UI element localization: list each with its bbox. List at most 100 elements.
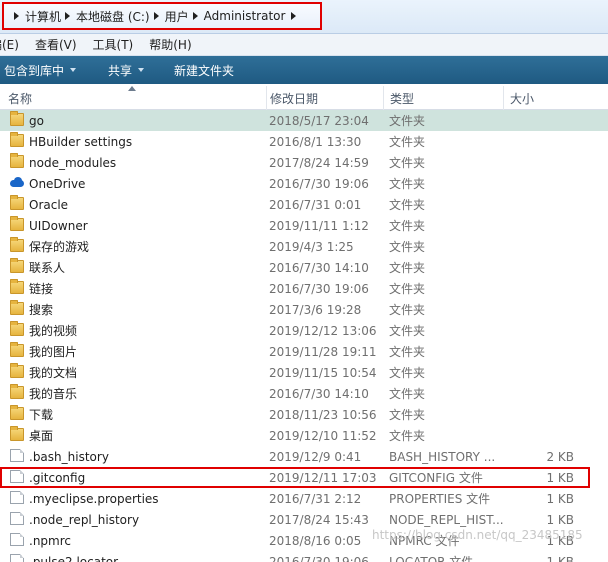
file-type: 文件夹 — [389, 198, 426, 212]
file-modified-date: 2017/3/6 19:28 — [269, 302, 362, 317]
file-size — [540, 425, 574, 446]
folder-icon — [10, 426, 24, 441]
folder-icon — [10, 405, 24, 420]
file-size — [540, 278, 574, 299]
file-type: 文件夹 — [389, 135, 426, 149]
folder-icon — [10, 342, 24, 357]
file-type: 文件夹 — [389, 366, 426, 380]
file-name: .npmrc — [29, 533, 71, 548]
chevron-down-icon — [70, 68, 77, 72]
file-name: 桌面 — [29, 429, 54, 443]
file-size — [540, 236, 574, 257]
folder-icon — [10, 132, 24, 147]
file-size — [540, 404, 574, 425]
breadcrumb-item-computer[interactable]: 计算机 — [10, 8, 61, 25]
file-name: .gitconfig — [29, 470, 86, 485]
column-size[interactable]: 大小 — [503, 86, 534, 110]
file-row[interactable]: 我的文档 2019/11/15 10:54 文件夹 — [0, 362, 608, 383]
breadcrumb[interactable]: 计算机 本地磁盘 (C:) 用户 Administrator — [2, 2, 322, 30]
file-modified-date: 2019/11/15 10:54 — [269, 365, 377, 380]
file-modified-date: 2019/12/10 11:52 — [269, 428, 377, 443]
file-type: NODE_REPL_HIST... — [389, 512, 504, 527]
file-name: .myeclipse.properties — [29, 491, 159, 506]
file-name: .node_repl_history — [29, 512, 140, 527]
file-list: go 2018/5/17 23:04 文件夹 HBuilder settings 201… — [0, 110, 608, 562]
watermark: https://blog.csdn.net/qq_23485185 — [372, 528, 583, 542]
file-size — [540, 110, 574, 131]
menu-bar: 编(E) 查看(V) 工具(T) 帮助(H) — [0, 34, 608, 56]
file-icon — [10, 533, 24, 546]
file-size — [540, 152, 574, 173]
file-row[interactable]: 联系人 2016/7/30 14:10 文件夹 — [0, 257, 608, 278]
file-row[interactable]: 我的图片 2019/11/28 19:11 文件夹 — [0, 341, 608, 362]
file-size — [540, 362, 574, 383]
file-name: 我的视频 — [29, 324, 78, 338]
file-name: UIDowner — [29, 218, 88, 233]
address-bar-area: 计算机 本地磁盘 (C:) 用户 Administrator — [0, 0, 608, 34]
file-row[interactable]: 桌面 2019/12/10 11:52 文件夹 — [0, 425, 608, 446]
folder-icon — [10, 363, 24, 378]
breadcrumb-item-local-disk[interactable]: 本地磁盘 (C:) — [61, 8, 150, 25]
menu-view[interactable]: 查看(V) — [35, 36, 85, 53]
file-row[interactable]: node_modules 2017/8/24 14:59 文件夹 — [0, 152, 608, 173]
file-size: 1 KB — [546, 470, 574, 485]
share-button[interactable]: 共享 — [108, 62, 156, 79]
chevron-right-icon[interactable] — [153, 12, 159, 20]
file-size — [540, 341, 574, 362]
file-row[interactable]: UIDowner 2019/11/11 1:12 文件夹 — [0, 215, 608, 236]
file-row[interactable]: OneDrive 2016/7/30 19:06 文件夹 — [0, 173, 608, 194]
file-row[interactable]: 链接 2016/7/30 19:06 文件夹 — [0, 278, 608, 299]
column-name[interactable]: 名称 — [8, 86, 32, 110]
new-folder-button[interactable]: 新建文件夹 — [174, 62, 246, 79]
chevron-right-icon[interactable] — [14, 12, 19, 20]
menu-help[interactable]: 帮助(H) — [149, 36, 199, 53]
folder-icon — [10, 384, 24, 399]
file-icon — [10, 512, 24, 525]
folder-icon — [10, 153, 24, 168]
chevron-right-icon[interactable] — [192, 12, 198, 20]
folder-icon — [10, 216, 24, 231]
menu-edit[interactable]: 编(E) — [0, 36, 27, 53]
file-size — [540, 320, 574, 341]
file-row[interactable]: HBuilder settings 2016/8/1 13:30 文件夹 — [0, 131, 608, 152]
file-modified-date: 2019/12/12 13:06 — [269, 323, 377, 338]
column-date[interactable]: 修改日期 — [266, 86, 318, 110]
file-name: 我的音乐 — [29, 387, 78, 401]
file-row[interactable]: 我的视频 2019/12/12 13:06 文件夹 — [0, 320, 608, 341]
chevron-right-icon[interactable] — [291, 12, 297, 20]
command-bar: 包含到库中 共享 新建文件夹 — [0, 56, 608, 84]
file-row[interactable]: .myeclipse.properties 2016/7/31 2:12 PROPE… — [0, 488, 608, 509]
menu-tools[interactable]: 工具(T) — [93, 36, 142, 53]
file-row[interactable]: 保存的游戏 2019/4/3 1:25 文件夹 — [0, 236, 608, 257]
folder-icon — [10, 300, 24, 315]
file-name: .bash_history — [29, 449, 109, 464]
file-row[interactable]: 我的音乐 2016/7/30 14:10 文件夹 — [0, 383, 608, 404]
include-in-library-button[interactable]: 包含到库中 — [0, 62, 88, 79]
file-row[interactable]: 下载 2018/11/23 10:56 文件夹 — [0, 404, 608, 425]
file-type: 文件夹 — [389, 408, 426, 422]
file-modified-date: 2019/11/28 19:11 — [269, 344, 377, 359]
file-row[interactable]: go 2018/5/17 23:04 文件夹 — [0, 110, 608, 131]
file-row[interactable]: Oracle 2016/7/31 0:01 文件夹 — [0, 194, 608, 215]
file-type: 文件夹 — [389, 114, 426, 128]
folder-icon — [10, 258, 24, 273]
file-type: PROPERTIES 文件 — [389, 492, 491, 506]
file-modified-date: 2019/12/9 0:41 — [269, 449, 362, 464]
file-row[interactable]: .node_repl_history 2017/8/24 15:43 NODE_RE… — [0, 509, 608, 530]
file-row[interactable]: .bash_history 2019/12/9 0:41 BASH_HISTORY … — [0, 446, 608, 467]
chevron-right-icon[interactable] — [65, 12, 71, 20]
breadcrumb-item-administrator[interactable]: Administrator — [189, 9, 303, 23]
sort-ascending-icon — [128, 86, 136, 91]
folder-icon — [10, 279, 24, 294]
file-name: node_modules — [29, 155, 117, 170]
column-type[interactable]: 类型 — [383, 86, 414, 110]
file-type: 文件夹 — [389, 387, 426, 401]
file-size: 1 KB — [546, 491, 574, 506]
file-name: 联系人 — [29, 261, 66, 275]
breadcrumb-item-users[interactable]: 用户 — [150, 8, 189, 25]
file-row[interactable]: .pulse2.locator 2016/7/30 19:06 LOCATOR 文件… — [0, 551, 608, 562]
file-row[interactable]: .gitconfig 2019/12/11 17:03 GITCONFIG 文件 1 … — [0, 467, 590, 488]
file-modified-date: 2019/4/3 1:25 — [269, 239, 354, 254]
file-row[interactable]: 搜索 2017/3/6 19:28 文件夹 — [0, 299, 608, 320]
file-name: 搜索 — [29, 303, 54, 317]
